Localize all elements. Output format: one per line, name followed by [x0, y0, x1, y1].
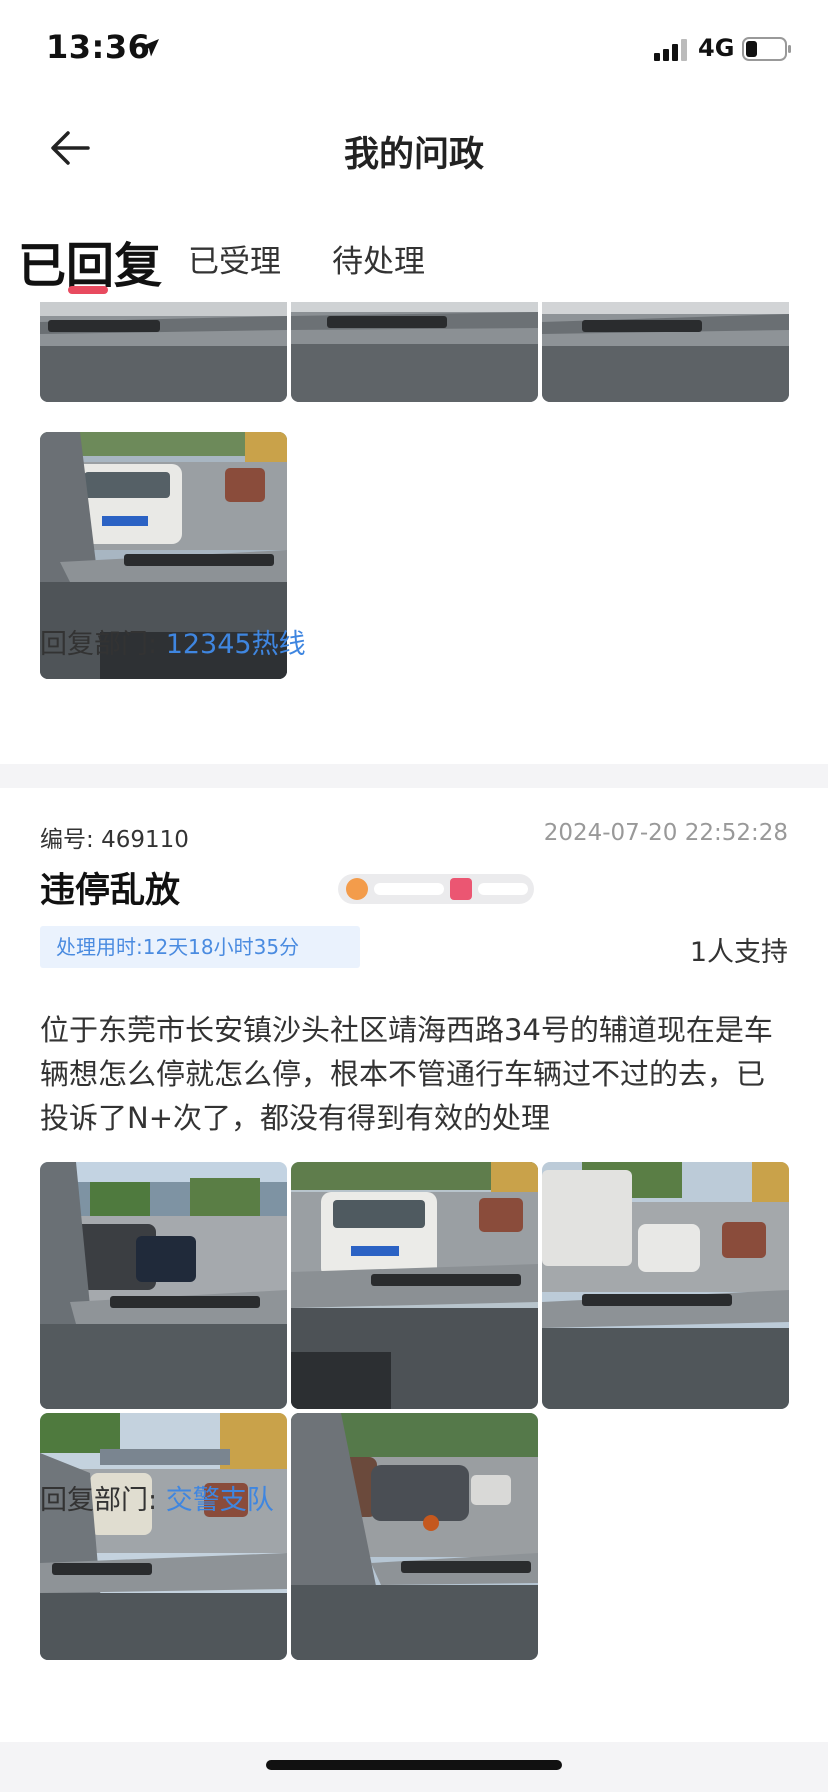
- home-indicator[interactable]: [266, 1760, 562, 1770]
- status-bar: 13:36 4G: [0, 0, 828, 100]
- battery-icon: [742, 37, 791, 61]
- watermark-bar: [478, 883, 528, 895]
- reply-department-link[interactable]: 交警支队: [166, 1485, 274, 1516]
- complaint-id-label: 编号:: [40, 827, 94, 853]
- photo-thumbnail[interactable]: [542, 1162, 789, 1409]
- photo-thumbnail[interactable]: [291, 1162, 538, 1409]
- active-tab-indicator: [68, 286, 108, 294]
- reply-department-label: 回复部门:: [40, 1485, 158, 1516]
- status-time: 13:36: [46, 28, 151, 66]
- page-title: 我的问政: [343, 135, 484, 175]
- screen: 13:36 4G 我的问政 已回复 已受理 待处理 回复部门: 12345热线 …: [0, 0, 828, 1792]
- complaint-datetime: 2024-07-20 22:52:28: [543, 820, 788, 846]
- photo-thumbnail[interactable]: [40, 1162, 287, 1409]
- watermark-logo: [338, 874, 534, 904]
- photo-thumbnail[interactable]: [542, 302, 789, 402]
- reply-department-row: 回复部门: 交警支队: [40, 1478, 274, 1517]
- tab-pending[interactable]: 待处理: [332, 236, 425, 281]
- complaint-title[interactable]: 违停乱放: [40, 862, 180, 913]
- watermark-mark: [450, 878, 472, 900]
- complaint-description[interactable]: 位于东莞市长安镇沙头社区靖海西路34号的辅道现在是车辆想怎么停就怎么停，根本不管…: [40, 1008, 788, 1140]
- reply-department-row: 回复部门: 12345热线: [40, 622, 306, 661]
- tab-accepted[interactable]: 已受理: [188, 236, 281, 281]
- photo-thumbnail[interactable]: [291, 1413, 538, 1660]
- network-type: 4G: [698, 34, 735, 62]
- photo-thumbnail[interactable]: [291, 302, 538, 402]
- signal-icon: [654, 39, 687, 61]
- reply-department-label: 回复部门:: [40, 629, 158, 660]
- location-arrow-icon: [141, 39, 159, 57]
- photo-thumbnail[interactable]: [40, 1413, 287, 1660]
- complaint-list[interactable]: 回复部门: 12345热线 编号: 469110 2024-07-20 22:5…: [0, 302, 828, 1792]
- complaint-id-value: 469110: [101, 827, 189, 853]
- card-divider: [0, 764, 828, 788]
- watermark-bar: [374, 883, 444, 895]
- watermark-mark: [346, 878, 368, 900]
- photo-thumbnail[interactable]: [40, 302, 287, 402]
- complaint-id: 编号: 469110: [40, 820, 189, 854]
- processing-time-badge: 处理用时:12天18小时35分: [40, 926, 360, 968]
- reply-department-link[interactable]: 12345热线: [166, 629, 306, 660]
- support-count[interactable]: 1人支持: [690, 930, 788, 969]
- tab-bar: 已回复 已受理 待处理: [0, 212, 828, 302]
